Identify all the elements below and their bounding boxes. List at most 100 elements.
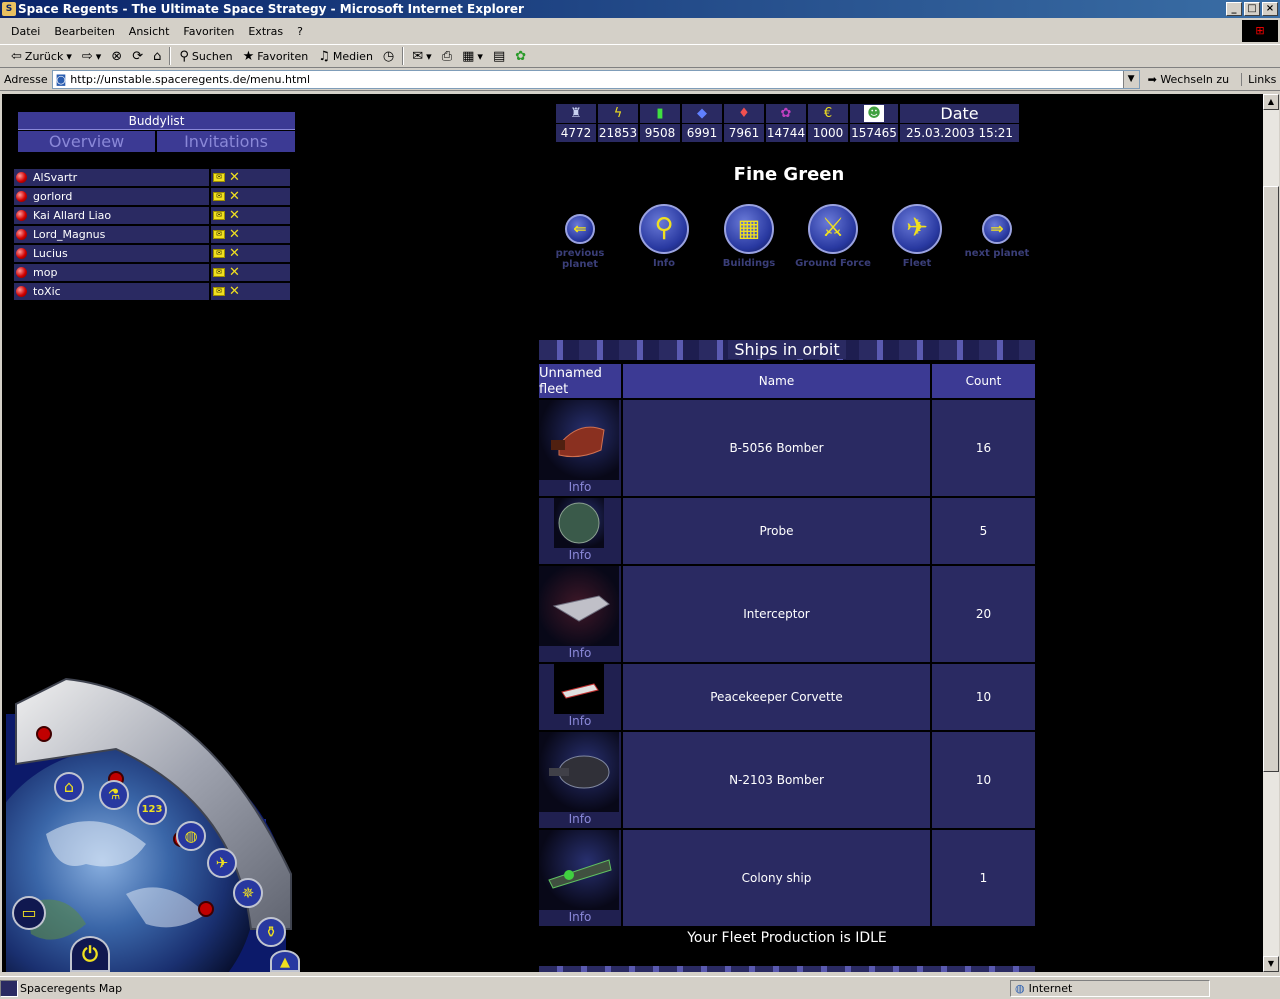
logout-power-icon[interactable]: ⏻ <box>70 936 110 972</box>
forward-button[interactable]: ⇨ ▾ <box>77 49 106 64</box>
buddy-name[interactable]: mop <box>33 264 57 281</box>
minimize-button[interactable]: _ <box>1226 2 1242 16</box>
map-nav-icon[interactable]: ◍ <box>176 821 206 851</box>
ship-count: 5 <box>932 498 1035 564</box>
tab-invitations[interactable]: Invitations <box>157 131 295 152</box>
home-button[interactable]: ⌂ <box>148 49 166 64</box>
delete-icon[interactable]: ✕ <box>229 226 240 243</box>
ship-graphic <box>549 755 610 789</box>
menu-bearbeiten[interactable]: Bearbeiten <box>47 25 121 38</box>
compass-nav-icon[interactable]: ✵ <box>233 878 263 908</box>
resource-energy-icon: ϟ <box>598 104 638 123</box>
scroll-thumb[interactable] <box>1263 186 1279 772</box>
fleet-button[interactable]: ✈ Fleet <box>887 204 947 269</box>
mail-icon[interactable]: ✉ <box>213 287 225 296</box>
go-arrow-icon: ➡ <box>1147 73 1161 86</box>
ground-force-button[interactable]: ⚔ Ground Force <box>793 204 873 269</box>
menu-help[interactable]: ? <box>290 25 310 38</box>
favorites-button[interactable]: ★ Favoriten <box>238 49 314 64</box>
toolbar-separator <box>169 47 172 65</box>
search-button[interactable]: ⚲ Suchen <box>174 49 237 64</box>
forward-arrow-icon: ⇨ <box>81 48 93 64</box>
ranking-nav-icon[interactable]: 123 <box>137 795 167 825</box>
menu-favoriten[interactable]: Favoriten <box>176 25 241 38</box>
buddy-name[interactable]: Lucius <box>33 245 68 262</box>
delete-icon[interactable]: ✕ <box>229 188 240 205</box>
ship-graphic <box>561 683 599 699</box>
planet-title: Fine Green <box>733 164 845 185</box>
ship-info-link[interactable]: Info <box>539 480 621 494</box>
delete-icon[interactable]: ✕ <box>229 283 240 300</box>
mail-button[interactable]: ✉ ▾ <box>407 49 436 64</box>
computer-nav-icon[interactable]: ▭ <box>12 896 46 930</box>
delete-icon[interactable]: ✕ <box>229 264 240 281</box>
restore-button[interactable]: □ <box>1244 2 1260 16</box>
buddy-name[interactable]: Kai Allard Liao <box>33 207 111 224</box>
close-button[interactable]: × <box>1262 2 1278 16</box>
delete-icon[interactable]: ✕ <box>229 207 240 224</box>
ship-info-link[interactable]: Info <box>539 812 621 826</box>
info-button[interactable]: ⚲ Info <box>634 204 694 269</box>
messenger-button[interactable]: ✿ <box>510 49 531 64</box>
delete-icon[interactable]: ✕ <box>229 245 240 262</box>
mail-icon[interactable]: ✉ <box>213 192 225 201</box>
links-button[interactable]: Links <box>1241 73 1276 86</box>
edit-button[interactable]: ▦ ▾ <box>457 49 488 64</box>
mail-icon[interactable]: ✉ <box>213 268 225 277</box>
scroll-down-icon[interactable]: ▼ <box>1263 956 1279 972</box>
delete-icon[interactable]: ✕ <box>229 169 240 186</box>
scroll-up-icon[interactable]: ▲ <box>1263 94 1279 110</box>
address-dropdown-icon[interactable]: ▼ <box>1122 71 1139 88</box>
ship-count: 1 <box>932 830 1035 926</box>
buddy-name[interactable]: Lord_Magnus <box>33 226 105 243</box>
resource-mopgas-icon: ▮ <box>640 104 680 123</box>
status-offline-icon <box>16 210 27 221</box>
menu-ansicht[interactable]: Ansicht <box>122 25 177 38</box>
divider <box>209 245 211 262</box>
buddy-name[interactable]: toXic <box>33 283 61 300</box>
print-button[interactable]: ⎙ <box>437 49 457 64</box>
fleet-name-header: Unnamed fleet <box>539 364 621 398</box>
mail-icon[interactable]: ✉ <box>213 230 225 239</box>
home-nav-icon[interactable]: ⌂ <box>54 772 84 802</box>
discuss-button[interactable]: ▤ <box>488 49 510 64</box>
tab-overview[interactable]: Overview <box>18 131 155 152</box>
buddy-name[interactable]: gorlord <box>33 188 72 205</box>
go-button[interactable]: ➡ Wechseln zu <box>1148 73 1230 86</box>
ship-info-link[interactable]: Info <box>539 646 621 660</box>
menu-extras[interactable]: Extras <box>241 25 290 38</box>
science-nav-icon[interactable]: ⚱ <box>256 917 286 947</box>
ship-info-link[interactable]: Info <box>539 910 621 924</box>
ship-info-link[interactable]: Info <box>539 714 621 728</box>
research-nav-icon[interactable]: ⚗ <box>99 780 129 810</box>
mail-icon[interactable]: ✉ <box>213 173 225 182</box>
previous-planet-button[interactable]: ⇐ previous planet <box>550 214 610 270</box>
ship-name: Peacekeeper Corvette <box>623 664 930 730</box>
alliance-nav-icon[interactable]: ▲ <box>270 950 300 972</box>
ship-info-link[interactable]: Info <box>539 548 621 562</box>
fleet-nav-icon[interactable]: ✈ <box>207 848 237 878</box>
mail-icon: ✉ <box>412 48 424 64</box>
history-button[interactable]: ◷ <box>378 49 399 64</box>
mail-icon[interactable]: ✉ <box>213 249 225 258</box>
vertical-scrollbar[interactable]: ▲ ▼ <box>1263 94 1279 972</box>
buddy-row: Kai Allard Liao ✉ ✕ <box>14 207 290 224</box>
refresh-button[interactable]: ⟳ <box>127 49 148 64</box>
dropdown-icon: ▾ <box>477 49 483 63</box>
media-button[interactable]: ♫ Medien <box>313 49 378 64</box>
divider <box>209 283 211 300</box>
next-planet-button[interactable]: ⇒ next planet <box>960 214 1034 259</box>
windows-logo-icon: ⊞ <box>1242 20 1278 42</box>
zone-label: Internet <box>1028 981 1073 995</box>
menu-datei[interactable]: Datei <box>4 25 47 38</box>
buddy-name[interactable]: AlSvartr <box>33 169 77 186</box>
address-input[interactable]: ◙ http://unstable.spaceregents.de/menu.h… <box>51 70 1140 89</box>
stop-button[interactable]: ⊗ <box>106 49 127 64</box>
back-button[interactable]: ⇦ Zurück ▾ <box>6 49 77 64</box>
console-light <box>198 901 214 917</box>
buildings-button[interactable]: ▦ Buildings <box>714 204 784 269</box>
ship-count: 16 <box>932 400 1035 496</box>
mail-icon[interactable]: ✉ <box>213 211 225 220</box>
stop-icon: ⊗ <box>111 48 123 64</box>
buddylist-title: Buddylist <box>18 112 295 130</box>
